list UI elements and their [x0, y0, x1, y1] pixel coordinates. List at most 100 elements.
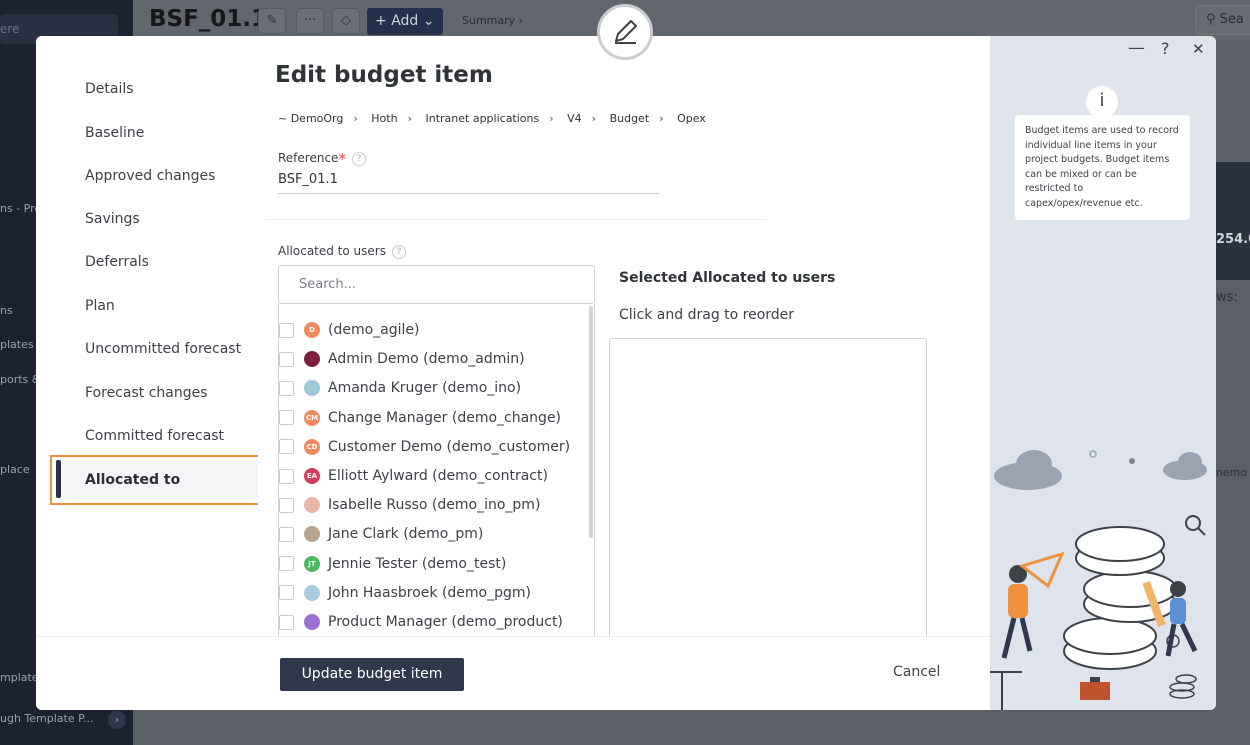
avatar: CD [304, 438, 320, 455]
user-list-scrollbar[interactable] [589, 306, 593, 538]
user-name: John Haasbroek (demo_pgm) [328, 584, 531, 601]
user-list-item[interactable]: Amanda Kruger (demo_ino) [279, 377, 521, 399]
edit-budget-item-dialog: Details Baseline Approved changes Saving… [36, 36, 1216, 710]
user-list-item[interactable]: CM Change Manager (demo_change) [279, 407, 561, 429]
summary-link[interactable]: Summary › [462, 14, 523, 27]
minimize-icon[interactable]: — [1128, 38, 1145, 58]
edit-icon[interactable]: ✎ [258, 8, 286, 34]
add-button[interactable]: + Add ⌄ [367, 8, 443, 35]
user-checkbox[interactable] [279, 526, 294, 542]
help-icon[interactable]: ? [391, 244, 406, 259]
nav-item-committed-forecast[interactable]: Committed forecast [85, 428, 224, 444]
user-list-item[interactable]: Product Manager (demo_product) [279, 611, 563, 633]
sidebar-item[interactable]: place [0, 463, 30, 476]
user-checkbox[interactable] [279, 351, 294, 367]
avatar: CM [304, 409, 320, 426]
pencil-icon [615, 20, 637, 44]
user-search-placeholder: Search... [299, 277, 357, 292]
user-checkbox[interactable] [279, 410, 294, 426]
breadcrumb-separator-icon: › [353, 112, 358, 125]
reference-field[interactable]: BSF_01.1 [278, 172, 659, 194]
breadcrumb-separator-icon: › [659, 112, 664, 125]
user-checkbox[interactable] [279, 497, 294, 513]
user-name: Jane Clark (demo_pm) [328, 526, 484, 543]
tag-icon[interactable]: ◇ [332, 8, 360, 34]
avatar [304, 614, 320, 630]
breadcrumb-item[interactable]: Hoth [371, 112, 397, 125]
user-checkbox[interactable] [279, 439, 294, 455]
allocated-users-label-text: Allocated to users [278, 244, 386, 258]
more-icon[interactable]: ··· [296, 8, 324, 34]
allocated-users-label: Allocated to users? [278, 244, 406, 259]
breadcrumb-item[interactable]: Opex [677, 112, 706, 125]
breadcrumb-item[interactable]: Intranet applications [425, 112, 539, 125]
user-list-item[interactable]: Jane Clark (demo_pm) [279, 523, 483, 545]
avatar [304, 526, 320, 543]
avatar: JT [304, 555, 320, 572]
breadcrumb-item[interactable]: ~ DemoOrg [278, 112, 343, 125]
breadcrumb-separator-icon: › [591, 112, 597, 125]
breadcrumb-separator-icon: › [407, 112, 412, 125]
illustration [990, 450, 1207, 710]
nav-item-savings[interactable]: Savings [85, 211, 140, 227]
background-memo: ' memo [1212, 453, 1247, 479]
close-icon[interactable]: ✕ [1192, 40, 1205, 58]
user-list-item[interactable]: D (demo_agile) [279, 319, 420, 341]
user-checkbox[interactable] [279, 322, 294, 338]
user-list-item[interactable]: EA Elliott Aylward (demo_contract) [279, 465, 548, 487]
user-list-item[interactable]: CD Customer Demo (demo_customer) [279, 436, 570, 458]
sidebar-item[interactable]: ns - Pro [0, 202, 41, 215]
avatar [304, 380, 320, 397]
reference-label-text: Reference [278, 151, 339, 165]
breadcrumb: ~ DemoOrg › Hoth › Intranet applications › … [278, 112, 706, 125]
coins-icon [1169, 674, 1197, 699]
dialog-nav: Details Baseline Approved changes Saving… [36, 36, 262, 636]
nav-item-plan[interactable]: Plan [85, 298, 115, 314]
user-checkbox[interactable] [279, 585, 294, 601]
info-icon: i [1086, 86, 1118, 118]
edit-pencil-icon [597, 4, 653, 60]
user-checkbox[interactable] [279, 468, 294, 484]
nav-item-approved-changes[interactable]: Approved changes [85, 168, 215, 184]
user-name: Admin Demo (demo_admin) [328, 351, 525, 368]
cancel-button[interactable]: Cancel [893, 664, 940, 680]
user-checkbox[interactable] [279, 380, 294, 396]
dialog-title: Edit budget item [275, 62, 493, 88]
update-budget-item-button[interactable]: Update budget item [280, 658, 464, 691]
user-search-input[interactable]: Search... [278, 265, 595, 304]
user-list-item[interactable]: Admin Demo (demo_admin) [279, 348, 525, 370]
global-search[interactable]: ⚲ Sea [1195, 5, 1250, 35]
avatar: D [304, 322, 320, 338]
sidebar-item[interactable]: ports & [0, 373, 40, 386]
breadcrumb-item[interactable]: Budget [610, 112, 650, 125]
user-list-item[interactable]: John Haasbroek (demo_pgm) [279, 582, 531, 604]
user-name: Isabelle Russo (demo_ino_pm) [328, 497, 541, 514]
nav-item-baseline[interactable]: Baseline [85, 125, 144, 141]
cloud-icon [994, 450, 1207, 490]
background-number: 254.0 [1216, 232, 1250, 247]
avatar: EA [304, 468, 320, 484]
chevron-right-icon[interactable]: › [108, 711, 126, 729]
nav-item-details[interactable]: Details [85, 81, 134, 97]
coin-stack-icon [1063, 526, 1177, 670]
user-checkbox[interactable] [279, 614, 294, 630]
help-icon[interactable]: ? [1161, 39, 1170, 58]
user-checkbox[interactable] [279, 556, 294, 572]
nav-item-uncommitted-forecast[interactable]: Uncommitted forecast [85, 341, 241, 357]
nav-item-forecast-changes[interactable]: Forecast changes [85, 385, 208, 401]
user-name: Product Manager (demo_product) [328, 614, 563, 630]
sidebar-item[interactable]: ns [0, 304, 13, 317]
selected-users-hint: Click and drag to reorder [619, 307, 795, 323]
selected-users-dropzone[interactable] [609, 338, 927, 658]
nav-highlight-frame [50, 455, 262, 505]
person-left-icon [1001, 551, 1065, 659]
sidebar-item[interactable]: plates [0, 338, 34, 351]
sidebar-item[interactable]: ugh Template P... [0, 712, 94, 725]
dialog-footer: Update budget item Cancel [36, 636, 990, 710]
user-list-item[interactable]: Isabelle Russo (demo_ino_pm) [279, 494, 540, 516]
user-name: Amanda Kruger (demo_ino) [328, 380, 522, 397]
nav-item-deferrals[interactable]: Deferrals [85, 254, 149, 270]
breadcrumb-item[interactable]: V4 [567, 112, 582, 125]
user-list-item[interactable]: JT Jennie Tester (demo_test) [279, 553, 506, 575]
help-icon[interactable]: ? [351, 151, 366, 166]
